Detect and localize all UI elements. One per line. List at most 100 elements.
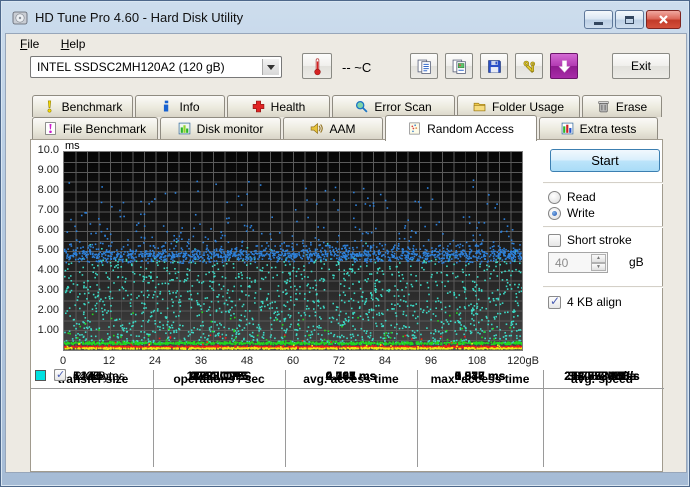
avg-access-value: 2.361 ms xyxy=(325,369,377,383)
temperature-value: -- ~C xyxy=(342,60,372,75)
tab[interactable]: Folder Usage xyxy=(457,95,580,117)
panel-separator xyxy=(543,182,663,184)
x-axis-label: 84 xyxy=(378,355,392,367)
tab[interactable]: Health xyxy=(227,95,330,117)
table-row: Random 423 IOPS 2.361 ms 5.538 ms 214.85… xyxy=(31,368,664,384)
tab-row-2: File Benchmark Disk monitor AAM Random A… xyxy=(32,115,660,141)
drive-selector-value: INTEL SSDSC2MH120A2 (120 gB) xyxy=(37,60,225,74)
screenshot-icon xyxy=(557,59,572,74)
checkbox-icon xyxy=(548,294,561,309)
tab-label: Folder Usage xyxy=(491,99,565,114)
temperature-button[interactable] xyxy=(302,53,332,79)
info-icon xyxy=(160,100,173,113)
tab[interactable]: File Benchmark xyxy=(32,117,158,139)
write-radio-label: Write xyxy=(567,206,595,220)
read-radio[interactable]: Read xyxy=(548,190,596,204)
trash-icon xyxy=(597,100,610,113)
y-axis-label: 1.00 xyxy=(37,324,59,336)
thermometer-icon xyxy=(312,57,323,76)
menu-help[interactable]: Help xyxy=(55,36,92,52)
kb-align-checkbox[interactable]: 4 KB align xyxy=(548,294,622,309)
x-axis-label: 72 xyxy=(332,355,346,367)
tab[interactable]: Extra tests xyxy=(539,117,658,139)
tab-label: Random Access xyxy=(427,121,514,136)
header-divider xyxy=(31,388,664,389)
short-stroke-label: Short stroke xyxy=(567,233,632,247)
x-axis-label: 108 xyxy=(467,355,487,367)
options-button[interactable] xyxy=(515,53,543,79)
speaker-icon xyxy=(310,122,324,135)
tab-label: Health xyxy=(270,99,306,114)
file-benchmark-icon xyxy=(44,122,57,135)
minimize-icon xyxy=(594,21,603,25)
series-checkbox[interactable] xyxy=(54,368,66,381)
column-divider xyxy=(153,370,154,467)
tab[interactable]: Error Scan xyxy=(332,95,455,117)
y-axis-label: 9.00 xyxy=(37,164,59,176)
tab[interactable]: Random Access xyxy=(385,115,537,141)
bar-chart-icon xyxy=(178,122,191,135)
radio-icon xyxy=(548,190,561,204)
tab-label: AAM xyxy=(329,121,356,136)
y-axis-label: 2.00 xyxy=(37,304,59,316)
y-axis-label: 7.00 xyxy=(37,204,59,216)
tab[interactable]: Info xyxy=(135,95,225,117)
short-stroke-size-input[interactable]: 40 ▲ ▼ xyxy=(548,252,608,273)
tab-label: Extra tests xyxy=(579,121,637,136)
random-access-page: ms 10.0 9.00 8.00 7.00 6.00 5.00 4.00 3.00 2.00 1… xyxy=(30,139,664,472)
folder-icon xyxy=(473,100,486,113)
close-button[interactable] xyxy=(646,10,681,29)
copy-text-button[interactable] xyxy=(410,53,438,79)
spinner-down-button[interactable]: ▼ xyxy=(591,262,606,271)
copy-text-icon xyxy=(417,59,432,74)
transfer-size-label: Random xyxy=(73,369,119,383)
tab[interactable]: Erase xyxy=(582,95,662,117)
minimize-button[interactable] xyxy=(584,10,613,29)
tab-label: File Benchmark xyxy=(62,121,147,136)
save-icon xyxy=(487,59,502,74)
tools-icon xyxy=(522,59,537,74)
client-area: File Help INTEL SSDSC2MH120A2 (120 gB) -… xyxy=(5,33,687,473)
max-access-value: 5.538 ms xyxy=(454,369,506,383)
write-radio[interactable]: Write xyxy=(548,206,595,220)
start-button[interactable]: Start xyxy=(550,149,660,172)
y-axis-label: 5.00 xyxy=(37,244,59,256)
tab-label: Error Scan xyxy=(374,99,432,114)
x-axis-label: 96 xyxy=(424,355,438,367)
tab-row-1: Benchmark Info Health Error Scan Folder … xyxy=(32,95,664,117)
tab[interactable]: Benchmark xyxy=(32,95,133,117)
y-axis-label: 6.00 xyxy=(37,224,59,236)
tab[interactable]: Disk monitor xyxy=(160,117,281,139)
spinner-up-button[interactable]: ▲ xyxy=(591,254,606,263)
exclamation-icon xyxy=(43,100,56,113)
panel-separator xyxy=(543,286,663,288)
tab[interactable]: AAM xyxy=(283,117,383,139)
window-title: HD Tune Pro 4.60 - Hard Disk Utility xyxy=(35,10,244,25)
magnifier-icon xyxy=(355,100,368,113)
close-icon xyxy=(659,15,668,24)
chevron-down-icon xyxy=(262,59,279,75)
series-color-swatch xyxy=(35,370,46,381)
drive-selector[interactable]: INTEL SSDSC2MH120A2 (120 gB) xyxy=(30,56,282,78)
x-axis-label: 120gB xyxy=(507,355,539,367)
exit-button[interactable]: Exit xyxy=(612,53,670,79)
harddisk-icon xyxy=(12,10,28,26)
maximize-button[interactable] xyxy=(615,10,644,29)
screenshot-button[interactable] xyxy=(550,53,578,79)
scatter-icon xyxy=(408,122,421,135)
results-table: transfer size operations / sec avg. acce… xyxy=(31,368,664,472)
short-stroke-size-value: 40 xyxy=(555,255,569,270)
tab-label: Info xyxy=(179,99,200,114)
save-button[interactable] xyxy=(480,53,508,79)
avg-speed-value: 214.858 MB/s xyxy=(564,369,640,383)
column-divider xyxy=(417,370,418,467)
copy-image-button[interactable] xyxy=(445,53,473,79)
y-axis-label: 4.00 xyxy=(37,264,59,276)
tab-label: Disk monitor xyxy=(196,121,264,136)
y-axis-label: 8.00 xyxy=(37,184,59,196)
short-stroke-checkbox[interactable]: Short stroke xyxy=(548,233,632,247)
maximize-icon xyxy=(625,15,634,24)
menu-file[interactable]: File xyxy=(14,36,45,52)
panel-separator xyxy=(543,226,663,228)
x-axis-label: 12 xyxy=(102,355,116,367)
